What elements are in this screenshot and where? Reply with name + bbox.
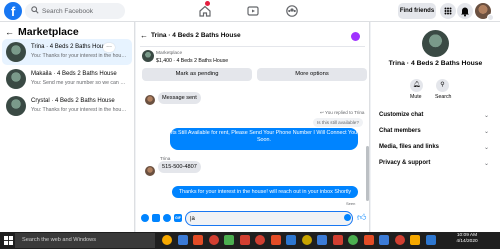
groups-icon[interactable] — [285, 4, 299, 18]
conversation-preview: You: Send me your number so we can chat … — [31, 80, 127, 86]
taskbar-app-icon[interactable] — [317, 235, 327, 245]
find-friends-button[interactable]: Find friends — [398, 3, 436, 19]
conversation-title: Trina · 4 Beds 2 Baths House — [31, 44, 110, 50]
clock-date: 4/14/2020 — [456, 239, 478, 244]
gif-icon[interactable]: GIF — [174, 214, 182, 222]
sidebar-title: Marketplace — [18, 26, 79, 38]
mark-as-pending-button[interactable]: Mark as pending — [142, 68, 252, 81]
taskbar-app-icon[interactable] — [239, 235, 250, 245]
bell-icon[interactable]: 🔔︎ — [410, 79, 423, 92]
conversation-item[interactable]: Trina · 4 Beds 2 Baths House You: Thanks… — [2, 39, 132, 65]
chevron-down-icon[interactable]: ⌄ — [484, 112, 489, 119]
image-icon[interactable] — [152, 214, 160, 222]
message-input[interactable] — [185, 211, 353, 226]
video-icon[interactable] — [246, 4, 260, 18]
taskbar-app-icon[interactable] — [208, 235, 219, 245]
outgoing-message: Its Still Available for rent, Please Sen… — [170, 128, 358, 150]
conversation-item[interactable]: Makaila · 4 Beds 2 Baths House You: Send… — [2, 66, 132, 92]
account-chevron-icon[interactable] — [487, 14, 494, 21]
customize-chat-row[interactable]: Customize chat — [379, 112, 423, 118]
conversation-item[interactable]: Crystal · 4 Beds 2 Baths House You: Than… — [2, 93, 132, 119]
more-options-icon[interactable]: ... — [103, 42, 115, 52]
marketplace-label: Marketplace — [156, 51, 183, 56]
notifications-button[interactable] — [457, 3, 473, 19]
listing-thumbnail — [6, 42, 26, 62]
outgoing-message: Thanks for your interest in the house! w… — [172, 186, 358, 198]
notification-badge — [205, 1, 210, 6]
sender-avatar[interactable] — [145, 95, 155, 105]
add-icon[interactable] — [141, 214, 149, 222]
search-input[interactable] — [42, 3, 122, 19]
taskbar-app-icon[interactable] — [270, 235, 281, 245]
mute-label: Mute — [410, 94, 422, 100]
conversation-title: Makaila · 4 Beds 2 Baths House — [31, 71, 117, 77]
seen-indicator: Seen — [346, 201, 356, 206]
like-icon[interactable]: 👍︎ — [357, 212, 366, 223]
taskbar-app-icon[interactable] — [379, 235, 389, 245]
taskbar-app-icon[interactable] — [301, 235, 312, 245]
chat-title[interactable]: Trina · 4 Beds 2 Baths House — [151, 32, 241, 39]
listing-thumbnail — [6, 69, 26, 89]
listing-thumbnail[interactable] — [142, 50, 154, 62]
incoming-message: 515-500-4807 — [158, 161, 201, 173]
privacy-support-row[interactable]: Privacy & support — [379, 160, 430, 166]
conversation-preview: You: Thanks for your interest in the hou… — [31, 107, 127, 113]
conversation-info-icon[interactable] — [351, 32, 360, 41]
search-box[interactable] — [25, 3, 125, 19]
taskbar-app-icon[interactable] — [224, 235, 234, 245]
listing-price-title[interactable]: $1,400 · 4 Beds 2 Baths House — [156, 58, 228, 64]
search-icon[interactable]: ⚲ — [436, 79, 449, 92]
chat-back-arrow-icon[interactable]: ← — [140, 31, 148, 40]
chat-scrollbar[interactable] — [366, 146, 369, 201]
system-clock[interactable]: 10:09 AM 4/14/2020 — [452, 233, 482, 245]
taskbar-app-icon[interactable] — [425, 235, 436, 245]
quoted-message[interactable]: Is this still available? — [313, 118, 363, 127]
media-files-links-row[interactable]: Media, files and links — [379, 144, 439, 150]
chat-members-row[interactable]: Chat members — [379, 128, 421, 134]
facebook-logo[interactable]: f — [4, 2, 22, 20]
chevron-down-icon[interactable]: ⌄ — [484, 160, 489, 167]
listing-avatar[interactable] — [422, 30, 449, 57]
conversation-title: Crystal · 4 Beds 2 Baths House — [31, 98, 115, 104]
back-arrow-icon[interactable]: ← — [5, 27, 14, 37]
chevron-down-icon[interactable]: ⌄ — [484, 144, 489, 151]
taskbar-app-icon[interactable] — [394, 235, 405, 245]
windows-start-icon[interactable] — [4, 236, 13, 245]
taskbar-app-icon[interactable] — [332, 235, 343, 245]
reply-meta-text: You replied to Trina — [325, 110, 365, 115]
taskbar-app-icon[interactable] — [193, 235, 203, 245]
taskbar-app-icon[interactable] — [286, 235, 296, 245]
home-icon[interactable] — [198, 4, 212, 18]
emoji-icon[interactable] — [344, 214, 351, 221]
taskbar-search-placeholder: Search the web and Windows — [22, 237, 97, 243]
bell-icon — [461, 7, 469, 17]
menu-button[interactable] — [440, 3, 456, 19]
taskbar-app-icon[interactable] — [162, 235, 172, 245]
taskbar-app-icon[interactable] — [363, 235, 374, 245]
conversation-name: Trina · 4 Beds 2 Baths House — [388, 60, 483, 67]
listing-thumbnail — [6, 96, 26, 116]
conversation-preview: You: Thanks for your interest in the hou… — [31, 53, 127, 59]
sender-avatar[interactable] — [145, 166, 155, 176]
sticker-icon[interactable] — [163, 214, 171, 222]
more-options-button[interactable]: More options — [257, 68, 367, 81]
taskbar-app-icon[interactable] — [348, 235, 358, 245]
taskbar-app-icon[interactable] — [177, 235, 188, 245]
search-icon — [31, 6, 39, 14]
taskbar-app-icon[interactable] — [410, 235, 420, 245]
incoming-message: Message sent — [158, 92, 201, 104]
chevron-down-icon[interactable]: ⌄ — [484, 128, 489, 135]
menu-grid-icon — [444, 7, 452, 15]
reply-indicator: ↩ You replied to Trina — [320, 110, 364, 116]
taskbar-app-icon[interactable] — [255, 235, 265, 245]
search-label: Search — [435, 94, 452, 100]
